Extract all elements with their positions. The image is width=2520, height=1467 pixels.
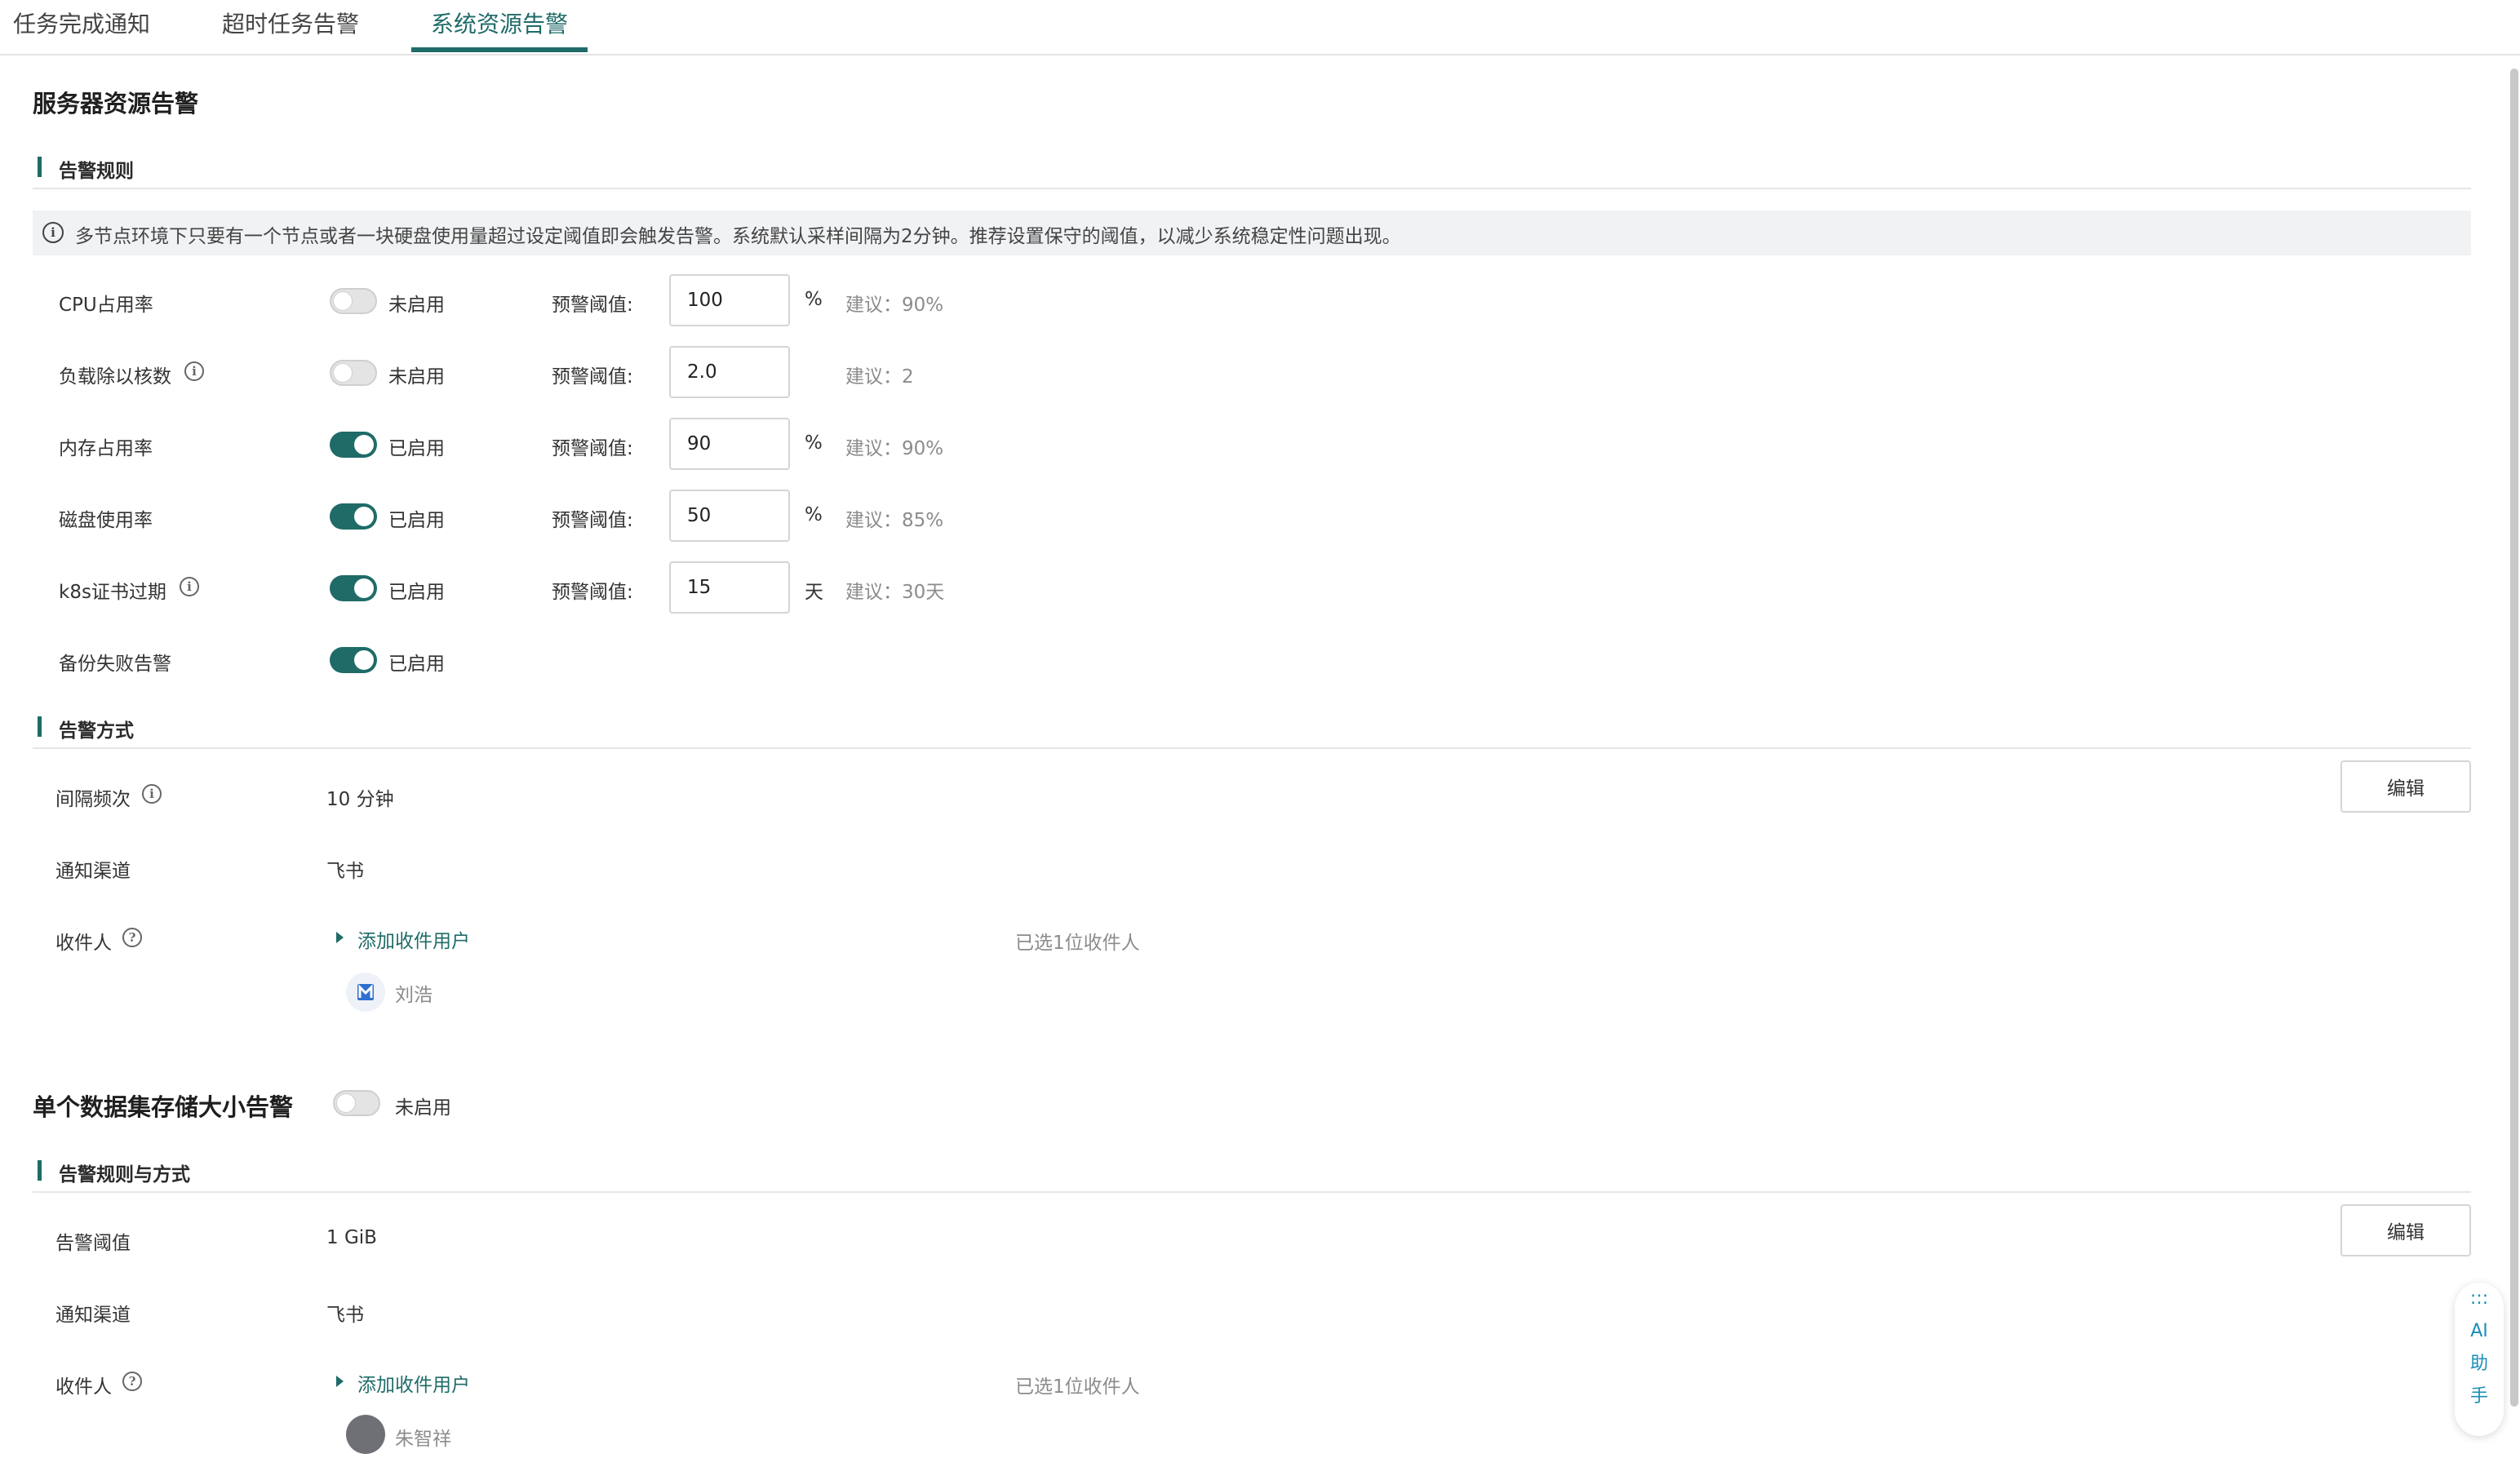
toggle-load[interactable] [330, 360, 377, 386]
unit-disk: % [805, 504, 823, 525]
threshold-label-load: 预警阈值: [552, 366, 633, 388]
toggle-backup-failure[interactable] [330, 647, 377, 673]
suggest-cpu: 建议：90% [845, 295, 944, 316]
caret-right-icon[interactable] [336, 1376, 344, 1387]
rule-label-disk: 磁盘使用率 [59, 510, 153, 531]
channel-label: 通知渠道 [55, 861, 131, 882]
avatar [346, 973, 385, 1012]
ai-assistant-label-1: AI [2470, 1321, 2488, 1341]
dots-icon: ::: [2469, 1288, 2489, 1309]
recipient-name: 刘浩 [395, 985, 433, 1006]
threshold-input-disk[interactable] [669, 490, 790, 542]
toggle-k8s-cert[interactable] [330, 575, 377, 601]
divider [33, 747, 2471, 749]
suggest-memory: 建议：90% [845, 438, 944, 459]
threshold-input-load[interactable] [669, 346, 790, 398]
divider [33, 188, 2471, 189]
threshold-label-memory: 预警阈值: [552, 438, 633, 459]
threshold-label-disk: 预警阈值: [552, 510, 633, 531]
caret-right-icon[interactable] [336, 932, 344, 943]
dataset-threshold-value: 1 GiB [326, 1227, 377, 1248]
interval-label: 间隔频次 [55, 789, 131, 810]
section-marker [38, 157, 42, 177]
tab-task-complete[interactable]: 任务完成通知 [13, 7, 150, 39]
selected-count: 已选1位收件人 [1015, 933, 1140, 954]
recipient-label: 收件人 [55, 933, 112, 954]
dataset-channel-label: 通知渠道 [55, 1305, 131, 1326]
status-memory: 已启用 [388, 438, 445, 459]
scrollbar-thumb[interactable] [2510, 69, 2518, 1407]
info-icon[interactable]: i [142, 784, 162, 804]
rule-label-cpu: CPU占用率 [59, 295, 153, 316]
add-recipient-link[interactable]: 添加收件用户 [357, 1369, 470, 1397]
rule-label-k8s-cert: k8s证书过期 [59, 582, 166, 603]
toggle-dataset-alert[interactable] [333, 1090, 380, 1116]
info-icon: i [42, 222, 64, 243]
toggle-cpu[interactable] [330, 288, 377, 314]
unit-cpu: % [805, 289, 823, 310]
threshold-input-cpu[interactable] [669, 274, 790, 326]
threshold-input-k8s-cert[interactable] [669, 561, 790, 614]
status-k8s-cert: 已启用 [388, 582, 445, 603]
dataset-rules-heading: 告警规则与方式 [59, 1164, 190, 1186]
tab-timeout-alert[interactable]: 超时任务告警 [222, 7, 359, 39]
suggest-k8s-cert: 建议：30天 [845, 582, 945, 603]
edit-button[interactable]: 编辑 [2340, 1204, 2471, 1256]
threshold-label-k8s-cert: 预警阈值: [552, 582, 633, 603]
add-recipient-link[interactable]: 添加收件用户 [357, 925, 470, 953]
section-marker [38, 716, 42, 737]
rule-label-load: 负载除以核数 [59, 366, 171, 388]
notice-text: 多节点环境下只要有一个节点或者一块硬盘使用量超过设定阈值即会触发告警。系统默认采… [75, 226, 1401, 247]
status-backup-failure: 已启用 [388, 654, 445, 675]
dataset-recipient-label: 收件人 [55, 1376, 112, 1398]
dataset-threshold-label: 告警阈值 [55, 1233, 131, 1254]
info-icon[interactable]: i [180, 577, 199, 596]
interval-value: 10 分钟 [326, 789, 394, 810]
toggle-disk[interactable] [330, 503, 377, 530]
info-icon[interactable]: i [184, 361, 204, 381]
method-heading: 告警方式 [59, 720, 134, 742]
toggle-memory[interactable] [330, 432, 377, 458]
rules-heading: 告警规则 [59, 161, 134, 182]
dataset-recipient-name: 朱智祥 [395, 1429, 451, 1450]
dataset-channel-value: 飞书 [326, 1305, 364, 1326]
avatar [346, 1415, 385, 1454]
status-disk: 已启用 [388, 510, 445, 531]
rule-label-backup-failure: 备份失败告警 [59, 654, 171, 675]
status-dataset-alert: 未启用 [395, 1097, 451, 1119]
suggest-disk: 建议：85% [845, 510, 944, 531]
unit-k8s-cert: 天 [805, 582, 823, 603]
rule-label-memory: 内存占用率 [59, 438, 153, 459]
edit-button[interactable]: 编辑 [2340, 760, 2471, 813]
help-icon[interactable]: ? [122, 928, 142, 947]
threshold-label-cpu: 预警阈值: [552, 295, 633, 316]
dataset-selected-count: 已选1位收件人 [1015, 1376, 1140, 1398]
ai-assistant-label-2: 助 [2469, 1354, 2488, 1374]
tab-system-resource-alert[interactable]: 系统资源告警 [431, 7, 568, 39]
section-marker [38, 1160, 42, 1181]
unit-memory: % [805, 432, 823, 454]
tab-bar: 任务完成通知 超时任务告警 系统资源告警 [0, 0, 2520, 55]
help-icon[interactable]: ? [122, 1372, 142, 1391]
channel-value: 飞书 [326, 861, 364, 882]
status-load: 未启用 [388, 366, 445, 388]
divider [33, 1191, 2471, 1193]
threshold-input-memory[interactable] [669, 418, 790, 470]
dataset-alert-title: 单个数据集存储大小告警 [33, 1093, 294, 1121]
status-cpu: 未启用 [388, 295, 445, 316]
ai-assistant-label-3: 手 [2469, 1386, 2488, 1407]
active-tab-indicator [411, 47, 588, 52]
ai-assistant-button[interactable]: ::: AI 助 手 [2455, 1283, 2504, 1436]
suggest-load: 建议：2 [845, 366, 914, 388]
server-alert-title: 服务器资源告警 [33, 90, 199, 117]
